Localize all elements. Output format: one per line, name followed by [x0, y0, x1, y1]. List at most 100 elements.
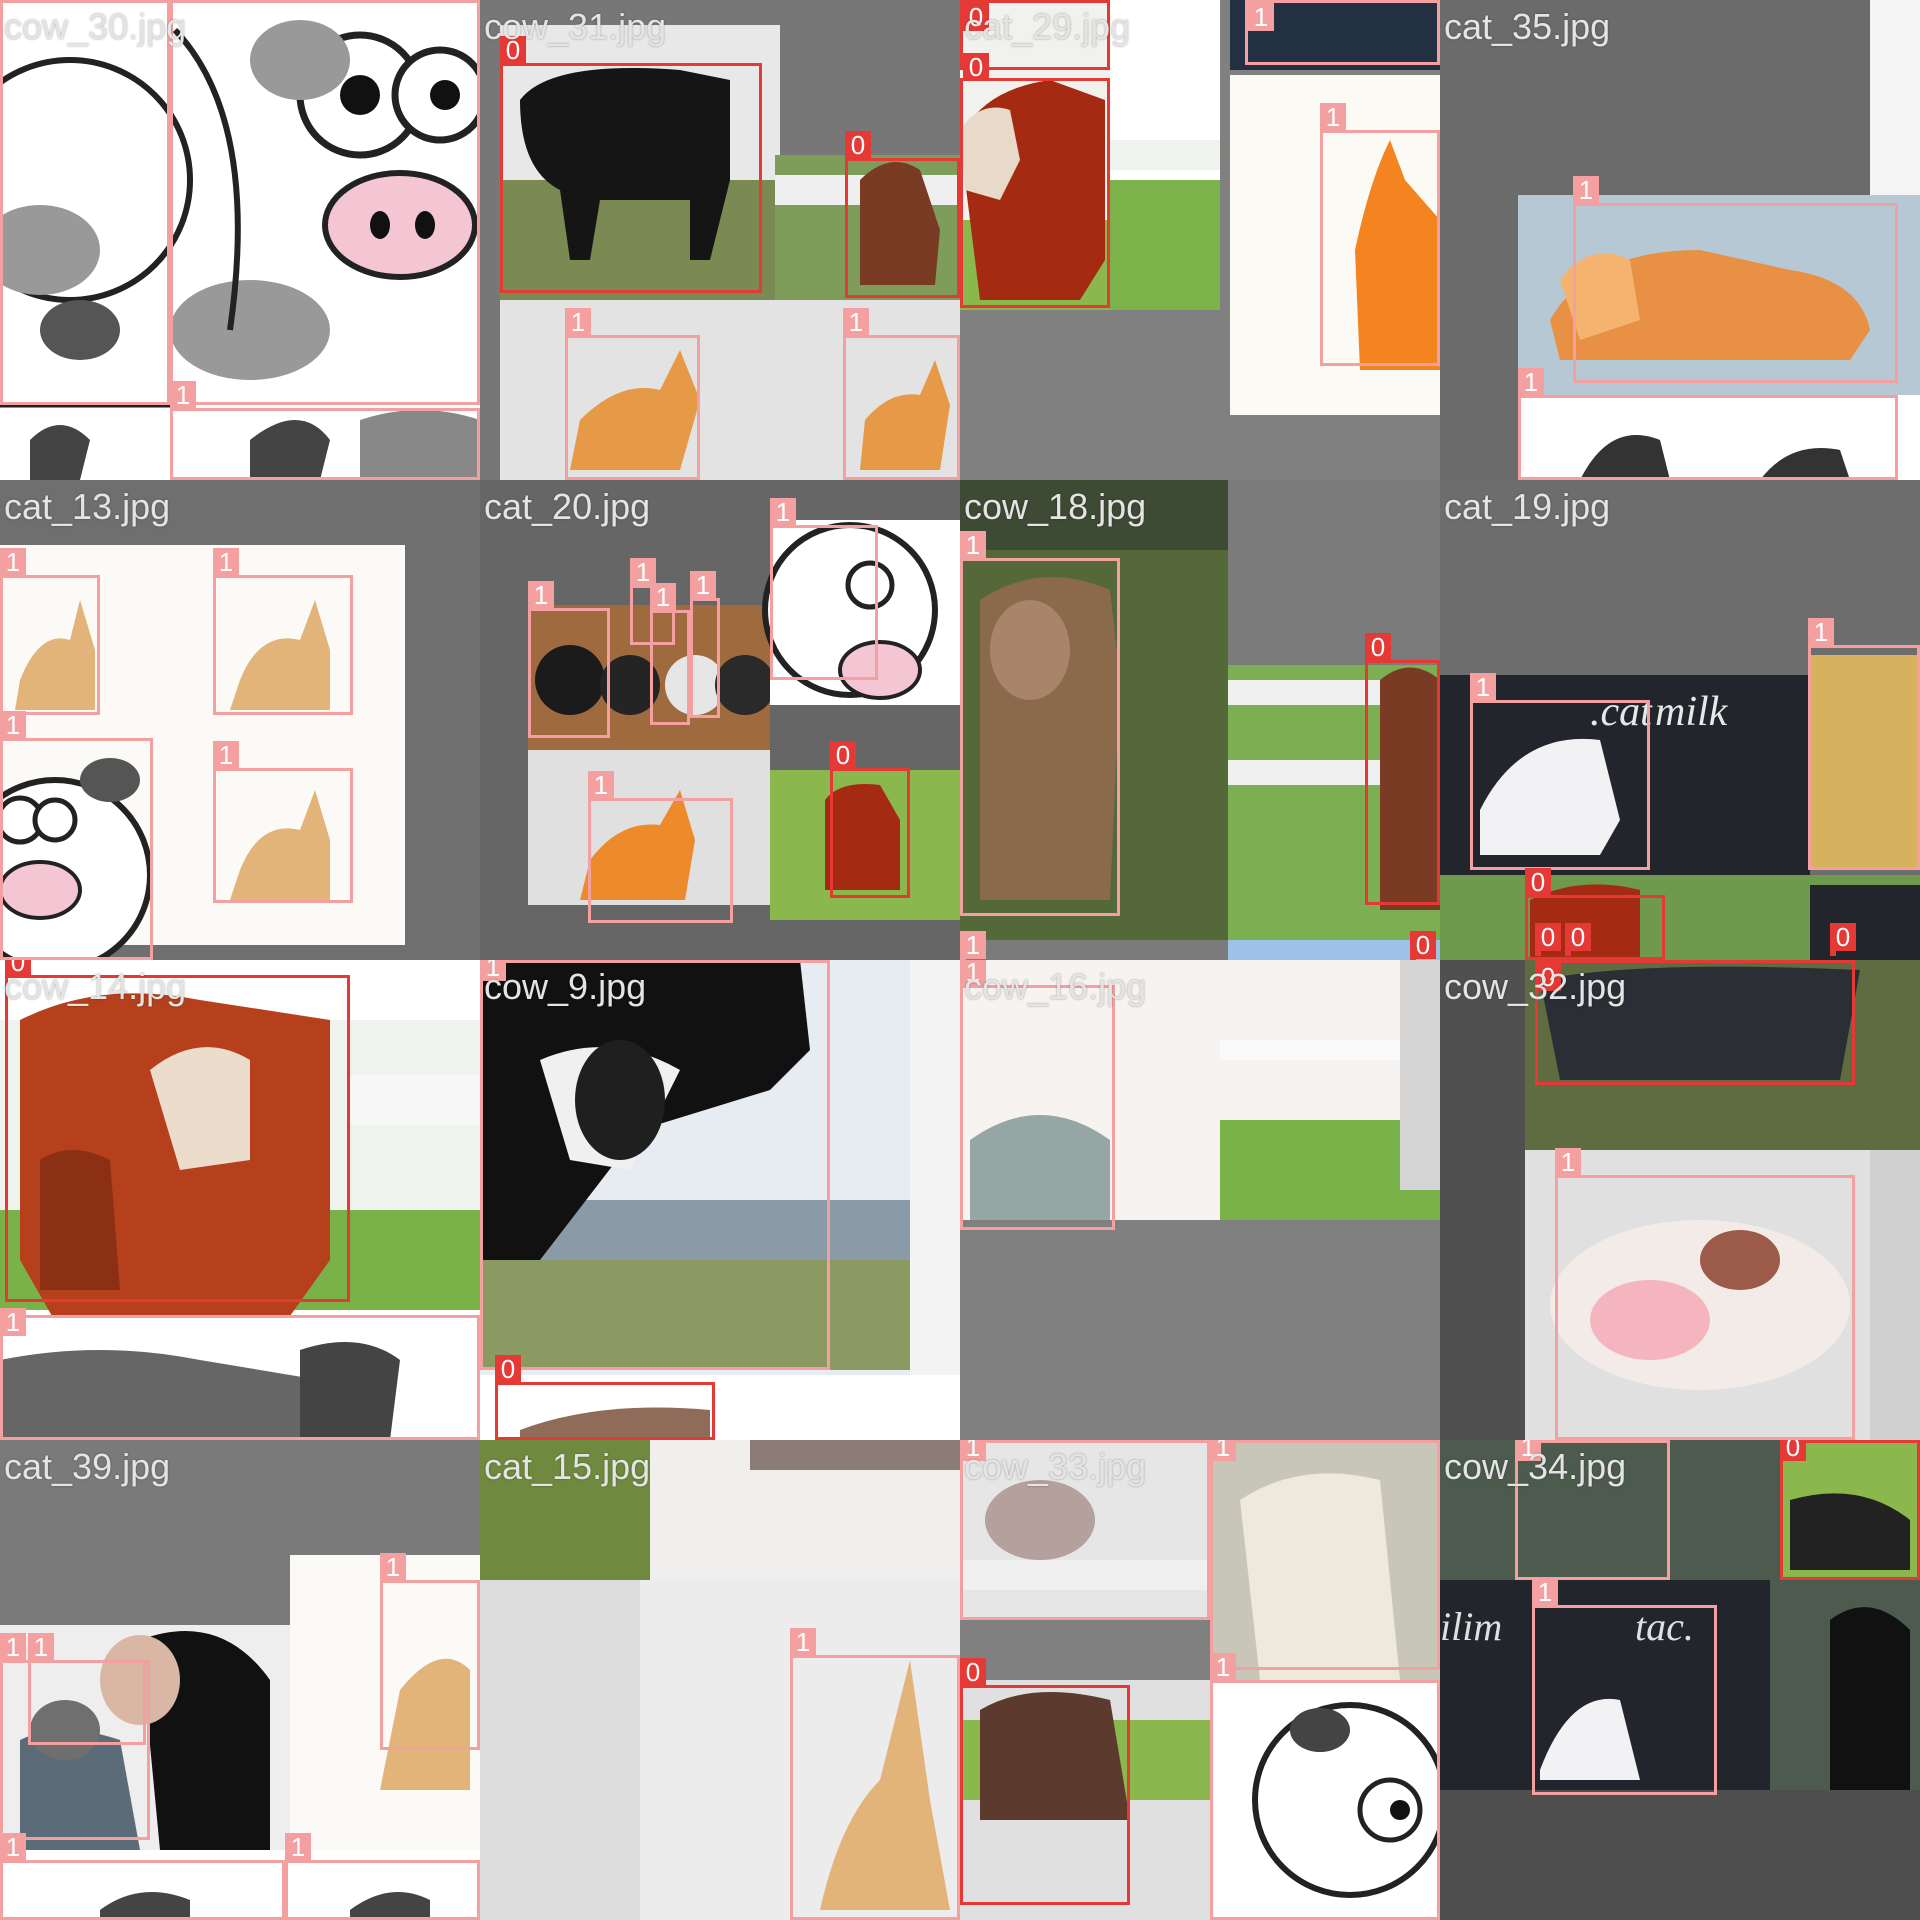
bbox-label: 1: [1210, 1440, 1236, 1461]
bbox-label: 1: [0, 1308, 26, 1336]
bbox-label: 0: [963, 53, 989, 81]
bbox-label: 1: [1808, 618, 1834, 646]
bbox-class-1: 1: [770, 498, 878, 680]
bbox-label: 1: [1532, 1578, 1558, 1606]
bbox-label: 1: [565, 308, 591, 336]
tile-filename: cow_32.jpg: [1444, 966, 1627, 1007]
svg-text:milk: milk: [1655, 689, 1729, 735]
bbox-class-1: 1: [480, 960, 830, 1370]
bbox-label: 1: [0, 0, 26, 1]
tile-filename: cow_16.jpg: [964, 966, 1147, 1007]
tile-cat-35: cat_35.jpg 1 1: [1440, 0, 1920, 480]
bbox-class-1: 1: [213, 741, 353, 903]
bbox-label: 1: [380, 1553, 406, 1581]
bbox-class-0: 0: [830, 741, 910, 898]
tile-cat-19: .cat milk cat_19.jpg 1 1 0 0 0 0: [1440, 480, 1920, 960]
bbox-class-1: 1: [690, 571, 720, 718]
tile-cat-29: cat_29.jpg 0 0 1 1: [960, 0, 1440, 480]
bbox-label: 1: [170, 381, 196, 409]
bbox-class-1: 1: [1573, 176, 1898, 383]
tile-cat-13: cat_13.jpg 1 1 1 1: [0, 480, 480, 960]
bbox-label: 1: [0, 711, 26, 739]
tile-filename: cat_20.jpg: [484, 486, 651, 527]
bbox-label: 0: [1565, 923, 1591, 951]
bbox-label: 0: [1535, 923, 1561, 951]
bbox-class-0: 0: [5, 960, 350, 1302]
bbox-class-1: 1: [1245, 0, 1440, 65]
bbox-class-0: 0: [1365, 633, 1440, 905]
bbox-label: 1: [790, 1628, 816, 1656]
bbox-label: 1: [960, 531, 986, 559]
bbox-label: 0: [845, 131, 871, 159]
bbox-class-1: 1: [0, 0, 170, 405]
tile-filename: cow_18.jpg: [964, 486, 1147, 527]
bbox-label: 0: [1830, 923, 1856, 951]
tile-cow-9: cow_9.jpg 1 0: [480, 960, 960, 1440]
tile-filename: cat_35.jpg: [1444, 6, 1611, 47]
bbox-label: 0: [830, 741, 856, 769]
tile-cow-32: cow_32.jpg 0 1: [1440, 960, 1920, 1440]
bbox-label: 1: [1518, 368, 1544, 396]
bbox-class-1: 1: [380, 1553, 480, 1750]
bbox-label: 1: [690, 571, 716, 599]
tile-cat-20: cat_20.jpg 1 1 1 1 1 1 1 0: [480, 480, 960, 960]
bbox-class-1: 1: [1320, 103, 1440, 366]
tile-cow-34: ilim tac. cow_34.jpg 1 0 1: [1440, 1440, 1920, 1920]
bbox-label: 0: [960, 1658, 986, 1686]
bbox-label: 0: [1410, 931, 1436, 959]
tile-cow-16: cow_16.jpg 1: [960, 960, 1440, 1440]
bbox-class-1: 1: [588, 771, 733, 923]
bbox-class-1: 1: [960, 960, 1115, 1230]
bbox-label: 1: [528, 581, 554, 609]
bbox-class-1: 1: [790, 1628, 960, 1920]
bbox-label: 1: [28, 1633, 54, 1661]
tile-filename: cow_14.jpg: [4, 966, 187, 1007]
tile-cow-14: cow_14.jpg 0 1: [0, 960, 480, 1440]
bbox-label: 1: [1248, 3, 1274, 31]
bbox-class-1: 1: [0, 711, 153, 960]
bbox-label: 1: [0, 548, 26, 576]
bbox-label: 1: [213, 548, 239, 576]
bbox-class-0: 0: [1830, 923, 1856, 956]
bbox-class-1: 1: [1532, 1578, 1717, 1795]
bbox-class-1: 1: [170, 0, 480, 405]
bbox-label: 0: [1525, 868, 1551, 896]
bbox-class-1: 1: [0, 1833, 285, 1920]
tile-filename: cow_33.jpg: [964, 1446, 1147, 1487]
tile-filename: cat_13.jpg: [4, 486, 171, 527]
bbox-class-1: 1: [1555, 1148, 1855, 1440]
bbox-class-0: 0: [960, 1658, 1130, 1905]
bbox-class-0: 0: [495, 1355, 715, 1440]
bbox-class-1: 1: [960, 531, 1120, 916]
bbox-class-0: 0: [1535, 923, 1561, 956]
svg-text:ilim: ilim: [1440, 1604, 1502, 1649]
tile-filename: cat_15.jpg: [484, 1446, 651, 1487]
bbox-class-1: 1: [170, 381, 480, 480]
bbox-class-1: 1: [1518, 368, 1898, 480]
bbox-class-1: 1: [0, 548, 100, 715]
bbox-class-1: 1: [528, 581, 610, 738]
bbox-class-1: 1: [1808, 618, 1920, 870]
bbox-class-1: 1: [650, 583, 690, 725]
tile-cow-30: cow_30.jpg 1 1 1: [0, 0, 480, 480]
bbox-label: 1: [1555, 1148, 1581, 1176]
bbox-label: 1: [1573, 176, 1599, 204]
bbox-label: 1: [0, 1833, 26, 1861]
bbox-label: 1: [1470, 673, 1496, 701]
bbox-label: 1: [1210, 1653, 1236, 1681]
bbox-label: 1: [650, 583, 676, 611]
bbox-label: 1: [170, 0, 196, 1]
tile-cow-33: cow_33.jpg 1 1 0 1: [960, 1440, 1440, 1920]
bbox-class-0: 0: [1780, 1440, 1920, 1580]
tile-filename: cat_29.jpg: [964, 6, 1131, 47]
bbox-label: 0: [1365, 633, 1391, 661]
bbox-class-0: 0: [1565, 923, 1591, 956]
bbox-class-1: 1: [28, 1633, 146, 1745]
bbox-class-0: 0: [500, 36, 762, 293]
bbox-label: 1: [1320, 103, 1346, 131]
bbox-class-1: 1: [1210, 1653, 1440, 1920]
bbox-class-1: 1: [213, 548, 353, 715]
tile-cow-31: cow_31.jpg 0 0 1 1: [480, 0, 960, 480]
tile-filename: cow_31.jpg: [484, 6, 667, 47]
mosaic-grid: cow_30.jpg 1 1 1 cow_31.jpg 0 0 1 1: [0, 0, 1920, 1920]
